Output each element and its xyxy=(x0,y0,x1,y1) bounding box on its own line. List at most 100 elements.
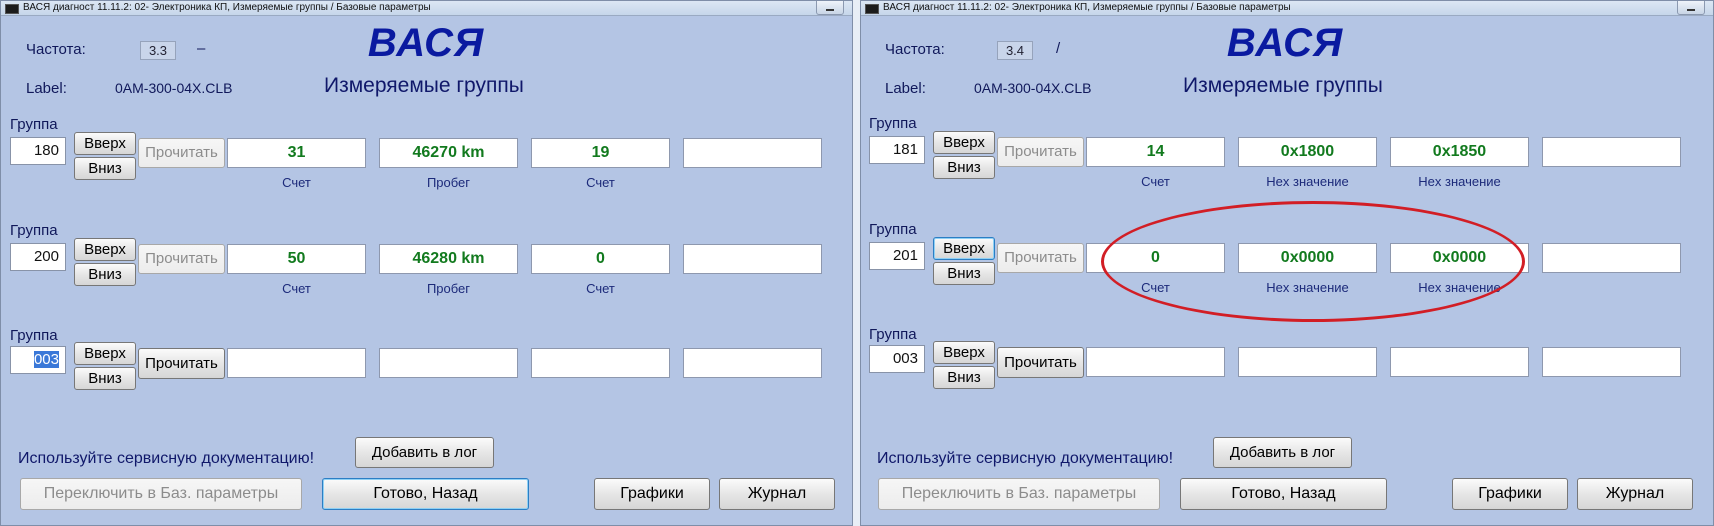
group-number-input[interactable]: 180 xyxy=(10,137,66,165)
group-number-input[interactable]: 200 xyxy=(10,243,66,271)
unit-label: Hex значение xyxy=(1266,174,1349,189)
group-up-button[interactable]: Вверх xyxy=(74,342,136,365)
unit-label: Пробег xyxy=(426,281,471,296)
group-number-input[interactable]: 003 xyxy=(869,345,925,373)
unit-label: Счет xyxy=(1141,280,1170,295)
label-label: Label: xyxy=(885,80,926,97)
journal-button[interactable]: Журнал xyxy=(719,478,835,510)
value-field xyxy=(1390,347,1529,377)
frequency-indicator: / xyxy=(1056,40,1061,57)
value-field: 50 xyxy=(227,244,366,274)
value-field: 31 xyxy=(227,138,366,168)
unit-label: Счет xyxy=(1141,174,1170,189)
value-field xyxy=(683,138,822,168)
group-down-button[interactable]: Вниз xyxy=(74,263,136,286)
group-down-button[interactable]: Вниз xyxy=(74,367,136,390)
group-down-button[interactable]: Вниз xyxy=(933,262,995,285)
label-file: 0AM-300-04X.CLB xyxy=(974,80,1092,96)
value-field xyxy=(379,348,518,378)
frequency-value: 3.4 xyxy=(997,41,1033,60)
value-field xyxy=(1238,347,1377,377)
label-label: Label: xyxy=(26,80,67,97)
frequency-indicator: – xyxy=(197,40,206,57)
minimize-button[interactable] xyxy=(1677,1,1705,15)
group-label: Группа xyxy=(10,222,58,239)
done-back-button[interactable]: Готово, Назад xyxy=(1180,478,1387,510)
value-field: 0x0000 xyxy=(1238,243,1377,273)
journal-button[interactable]: Журнал xyxy=(1577,478,1693,510)
group-label: Группа xyxy=(869,326,917,343)
title-bar: ВАСЯ диагност 11.11.2: 02- Электроника К… xyxy=(1,1,852,16)
group-up-button[interactable]: Вверх xyxy=(74,238,136,261)
group-number-input[interactable]: 201 xyxy=(869,242,925,270)
read-button[interactable]: Прочитать xyxy=(138,244,225,274)
group-label: Группа xyxy=(869,221,917,238)
group-up-button[interactable]: Вверх xyxy=(933,131,995,154)
vasya-window-right: ВАСЯ диагност 11.11.2: 02- Электроника К… xyxy=(860,0,1714,526)
app-icon xyxy=(5,4,19,14)
app-icon xyxy=(865,4,879,14)
value-field xyxy=(1542,243,1681,273)
add-to-log-button[interactable]: Добавить в лог xyxy=(355,437,494,468)
title-bar: ВАСЯ диагност 11.11.2: 02- Электроника К… xyxy=(861,1,1713,16)
read-button[interactable]: Прочитать xyxy=(138,138,225,168)
unit-label: Hex значение xyxy=(1418,174,1501,189)
group-up-button[interactable]: Вверх xyxy=(933,237,995,260)
value-field xyxy=(1086,347,1225,377)
value-field xyxy=(227,348,366,378)
label-file: 0AM-300-04X.CLB xyxy=(115,80,233,96)
frequency-label: Частота: xyxy=(885,41,945,58)
group-up-button[interactable]: Вверх xyxy=(74,132,136,155)
switch-basic-settings-button[interactable]: Переключить в Баз. параметры xyxy=(20,478,302,510)
group-number-input[interactable]: 181 xyxy=(869,136,925,164)
value-field: 46270 km xyxy=(379,138,518,168)
value-field: 0 xyxy=(1086,243,1225,273)
frequency-value: 3.3 xyxy=(140,41,176,60)
value-field: 46280 km xyxy=(379,244,518,274)
add-to-log-button[interactable]: Добавить в лог xyxy=(1213,437,1352,468)
value-field: 0x1800 xyxy=(1238,137,1377,167)
unit-label: Hex значение xyxy=(1418,280,1501,295)
group-up-button[interactable]: Вверх xyxy=(933,341,995,364)
group-label: Группа xyxy=(869,115,917,132)
group-down-button[interactable]: Вниз xyxy=(933,366,995,389)
group-number-text: 003 xyxy=(33,351,59,368)
value-field: 0 xyxy=(531,244,670,274)
window-title: ВАСЯ диагност 11.11.2: 02- Электроника К… xyxy=(23,2,431,13)
read-button[interactable]: Прочитать xyxy=(997,137,1084,167)
window-title: ВАСЯ диагност 11.11.2: 02- Электроника К… xyxy=(883,2,1291,13)
minimize-button[interactable] xyxy=(816,1,844,15)
value-field: 14 xyxy=(1086,137,1225,167)
value-field xyxy=(1542,137,1681,167)
graphs-button[interactable]: Графики xyxy=(1452,478,1568,510)
vasya-window-left: ВАСЯ диагност 11.11.2: 02- Электроника К… xyxy=(0,0,853,526)
group-down-button[interactable]: Вниз xyxy=(74,157,136,180)
unit-label: Счет xyxy=(586,281,615,296)
group-down-button[interactable]: Вниз xyxy=(933,156,995,179)
unit-label: Счет xyxy=(586,175,615,190)
group-label: Группа xyxy=(10,116,58,133)
graphs-button[interactable]: Графики xyxy=(594,478,710,510)
value-field xyxy=(683,348,822,378)
done-back-button[interactable]: Готово, Назад xyxy=(322,478,529,510)
value-field: 19 xyxy=(531,138,670,168)
app-logo-title: ВАСЯ xyxy=(367,21,485,65)
app-logo-title: ВАСЯ xyxy=(1226,21,1344,65)
read-button[interactable]: Прочитать xyxy=(997,347,1084,378)
service-doc-hint: Используйте сервисную документацию! xyxy=(18,450,315,467)
group-number-input[interactable]: 003 xyxy=(10,346,66,374)
value-field xyxy=(1542,347,1681,377)
value-field: 0x1850 xyxy=(1390,137,1529,167)
read-button[interactable]: Прочитать xyxy=(997,243,1084,273)
unit-label: Пробег xyxy=(426,175,471,190)
read-button[interactable]: Прочитать xyxy=(138,348,225,379)
frequency-label: Частота: xyxy=(26,41,86,58)
value-field xyxy=(531,348,670,378)
service-doc-hint: Используйте сервисную документацию! xyxy=(877,450,1174,467)
page-subtitle: Измеряемые группы xyxy=(1183,74,1383,97)
switch-basic-settings-button[interactable]: Переключить в Баз. параметры xyxy=(878,478,1160,510)
value-field: 0x0000 xyxy=(1390,243,1529,273)
unit-label: Hex значение xyxy=(1266,280,1349,295)
unit-label: Счет xyxy=(282,281,311,296)
page-subtitle: Измеряемые группы xyxy=(324,74,524,97)
